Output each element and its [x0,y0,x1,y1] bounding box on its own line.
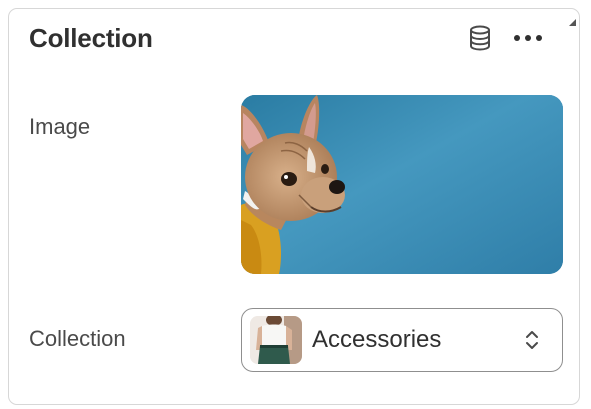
dog-photo [241,95,563,274]
collection-field-label: Collection [29,326,126,351]
card-header-actions [465,23,543,53]
resize-corner-icon [569,19,576,26]
collection-select[interactable]: Accessories [241,308,563,372]
collection-card: Collection Image Collection Accessories [8,8,580,405]
image-field-label: Image [29,114,91,139]
image-picker[interactable] [241,95,563,274]
card-title: Collection [29,23,153,53]
accessories-thumbnail [250,316,302,364]
chevron-up-down-icon [520,325,544,355]
collection-select-value: Accessories [312,326,442,353]
more-horizontal-icon[interactable] [513,23,543,53]
database-icon[interactable] [465,23,495,53]
